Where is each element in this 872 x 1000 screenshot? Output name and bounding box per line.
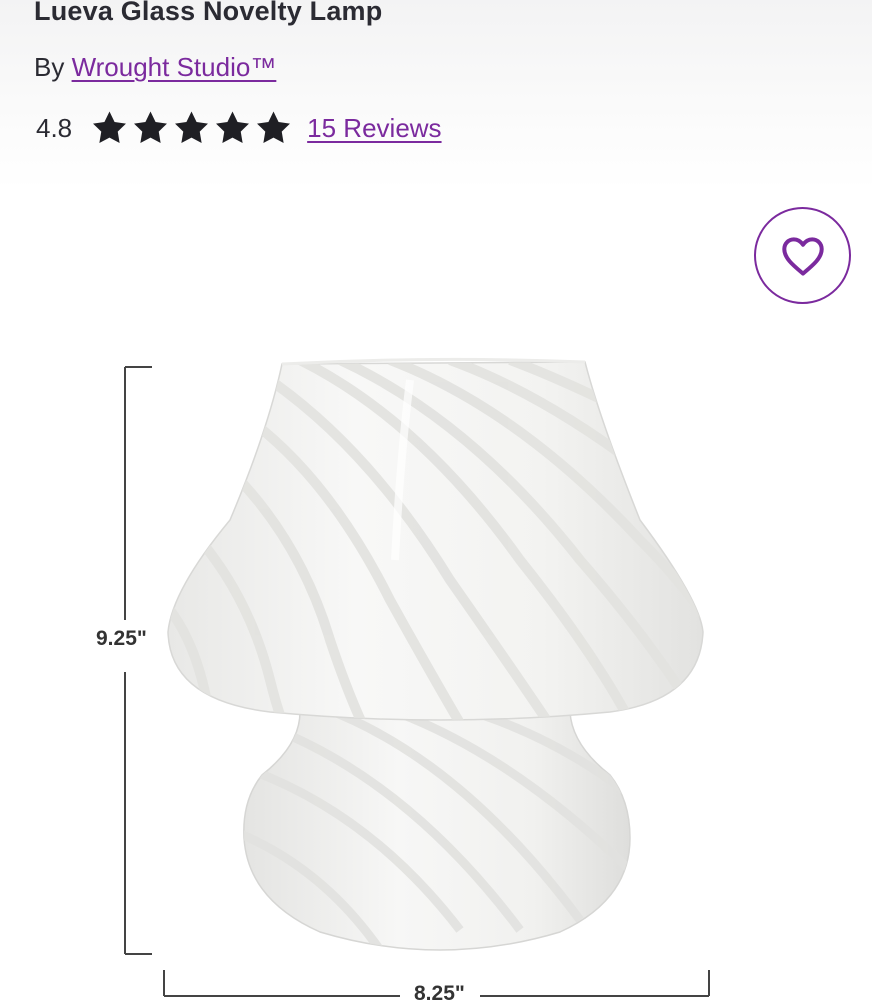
star-icon [216,111,250,144]
height-dimension [124,366,152,955]
brand-link[interactable]: Wrought Studio™ [72,52,277,82]
star-rating [90,109,293,147]
rating-row: 4.8 15 Reviews [36,108,442,148]
by-prefix: By [34,52,65,82]
lamp-base [243,711,631,951]
height-label: 9.25" [96,627,147,651]
product-title: Lueva Glass Novelty Lamp [34,0,383,26]
star-icon [257,111,291,144]
star-icon [134,111,168,144]
star-icon [175,111,209,144]
product-header: Lueva Glass Novelty Lamp By Wrought Stud… [0,0,872,190]
rating-value: 4.8 [36,112,73,143]
reviews-link[interactable]: 15 Reviews [307,113,441,144]
byline: By Wrought Studio™ [34,52,276,83]
product-image [124,357,710,997]
star-icon [93,111,127,144]
favorite-button[interactable] [754,207,851,304]
lamp-shade [167,357,704,721]
width-label: 8.25" [408,982,471,1000]
heart-icon [781,236,824,276]
